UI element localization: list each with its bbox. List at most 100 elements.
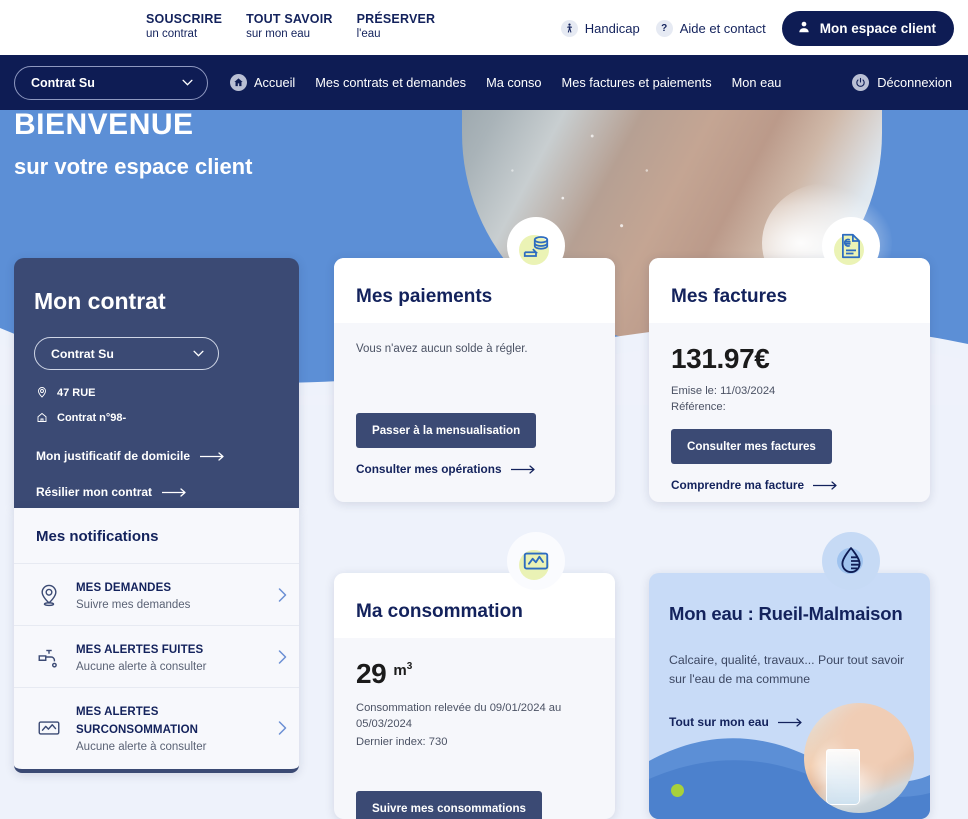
notification-item-alertes-surconsommation[interactable]: MES ALERTES SURCONSOMMATION Aucune alert… <box>14 688 299 767</box>
nav-item-mon-eau[interactable]: Mon eau <box>732 75 782 90</box>
invoice-reference: Référence: <box>671 401 726 413</box>
top-right-actions: Handicap ? Aide et contact Mon espace cl… <box>561 11 954 46</box>
consumption-value-row: 29 m3 <box>356 658 593 690</box>
arrow-right-icon <box>511 465 537 474</box>
consulter-factures-button[interactable]: Consulter mes factures <box>671 429 832 464</box>
invoice-issued-date: Emise le: 11/03/2024 <box>671 385 775 397</box>
page-title: BIENVENUE <box>14 110 252 140</box>
notification-item-text: MES ALERTES FUITES Aucune alerte à consu… <box>76 640 264 673</box>
water-card-description: Calcaire, qualité, travaux... Pour tout … <box>669 651 910 689</box>
user-icon <box>797 20 811 37</box>
payments-message: Vous n'avez aucun solde à régler. <box>356 343 593 355</box>
page-subtitle: sur votre espace client <box>14 156 252 178</box>
mon-espace-client-label: Mon espace client <box>820 21 936 36</box>
nav-item-mon-eau-label: Mon eau <box>732 75 782 90</box>
aide-contact-label: Aide et contact <box>680 21 766 36</box>
chart-box-icon <box>521 546 551 576</box>
main-nav-items: Accueil Mes contrats et demandes Ma cons… <box>230 74 781 91</box>
link-resilier-contrat-label: Résilier mon contrat <box>36 485 152 499</box>
arrow-right-icon <box>778 718 804 727</box>
notification-item-text: MES DEMANDES Suivre mes demandes <box>76 578 264 611</box>
top-nav-souscrire-sub: un contrat <box>146 28 222 41</box>
mensualisation-button[interactable]: Passer à la mensualisation <box>356 413 536 448</box>
top-nav-tout-savoir[interactable]: TOUT SAVOIR sur mon eau <box>246 12 332 42</box>
link-comprendre-facture-label: Comprendre ma facture <box>671 478 804 492</box>
contract-address: 47 RUE <box>57 387 96 399</box>
notification-item-alertes-fuites[interactable]: MES ALERTES FUITES Aucune alerte à consu… <box>14 626 299 688</box>
nav-item-accueil[interactable]: Accueil <box>230 74 295 91</box>
suivre-consommations-button[interactable]: Suivre mes consommations <box>356 791 542 819</box>
water-badge <box>822 532 880 590</box>
top-nav-preserver[interactable]: PRÉSERVER l'eau <box>357 12 436 42</box>
chevron-right-icon <box>278 721 287 735</box>
nav-item-mes-contrats[interactable]: Mes contrats et demandes <box>315 75 466 90</box>
notification-item-mes-demandes[interactable]: MES DEMANDES Suivre mes demandes <box>14 564 299 626</box>
nav-item-mes-factures-label: Mes factures et paiements <box>562 75 712 90</box>
coins-payment-icon <box>521 231 551 261</box>
logout-label: Déconnexion <box>877 75 952 90</box>
link-justificatif-domicile[interactable]: Mon justificatif de domicile <box>36 449 299 463</box>
arrow-right-icon <box>200 452 226 461</box>
invoices-card-title: Mes factures <box>649 258 930 323</box>
link-consulter-operations-label: Consulter mes opérations <box>356 462 502 476</box>
top-nav-souscrire[interactable]: SOUSCRIRE un contrat <box>146 12 222 42</box>
consumption-last-index: Dernier index: 730 <box>356 734 593 750</box>
top-nav-tout-savoir-title: TOUT SAVOIR <box>246 12 332 26</box>
handicap-link[interactable]: Handicap <box>561 20 640 37</box>
link-comprendre-facture[interactable]: Comprendre ma facture <box>671 478 908 492</box>
contract-selector[interactable]: Contrat Su <box>14 66 208 100</box>
consumption-unit-base: m <box>393 662 406 679</box>
nav-item-ma-conso[interactable]: Ma conso <box>486 75 541 90</box>
nav-item-accueil-label: Accueil <box>254 75 295 90</box>
link-resilier-contrat[interactable]: Résilier mon contrat <box>36 485 299 499</box>
house-icon <box>36 411 48 424</box>
arrow-right-icon <box>162 488 188 497</box>
faucet-leak-icon <box>36 644 62 670</box>
notification-sub: Aucune alerte à consulter <box>76 661 264 673</box>
consumption-unit-exponent: 3 <box>407 661 413 672</box>
link-justificatif-domicile-label: Mon justificatif de domicile <box>36 449 190 463</box>
top-nav-preserver-title: PRÉSERVER <box>357 12 436 26</box>
notifications-title: Mes notifications <box>14 508 299 564</box>
link-tout-sur-mon-eau[interactable]: Tout sur mon eau <box>669 715 930 729</box>
contract-number: Contrat n°98- <box>57 412 126 424</box>
consumption-unit: m3 <box>393 661 412 679</box>
nav-item-mes-factures[interactable]: Mes factures et paiements <box>562 75 712 90</box>
notification-item-text: MES ALERTES SURCONSOMMATION Aucune alert… <box>76 702 264 753</box>
question-mark-icon: ? <box>656 20 673 37</box>
link-consulter-operations[interactable]: Consulter mes opérations <box>356 462 593 476</box>
notification-title: MES ALERTES FUITES <box>76 644 203 656</box>
invoices-card-body: 131.97€ Emise le: 11/03/2024 Référence: … <box>649 323 930 492</box>
chevron-right-icon <box>278 650 287 664</box>
payments-card: Mes paiements Vous n'avez aucun solde à … <box>334 258 615 502</box>
aide-contact-link[interactable]: ? Aide et contact <box>656 20 766 37</box>
invoice-amount: 131.97€ <box>671 343 908 375</box>
logout-button[interactable]: Déconnexion <box>852 74 952 91</box>
water-card-title: Mon eau : Rueil-Malmaison <box>669 603 930 625</box>
contract-card-selector-value: Contrat Su <box>51 347 114 361</box>
arrow-right-icon <box>813 481 839 490</box>
nav-item-mes-contrats-label: Mes contrats et demandes <box>315 75 466 90</box>
location-pin-icon <box>36 582 62 608</box>
consumption-card-body: 29 m3 Consommation relevée du 09/01/2024… <box>334 638 615 819</box>
notification-sub: Suivre mes demandes <box>76 599 264 611</box>
water-drop-icon <box>836 545 866 577</box>
invoices-badge <box>822 217 880 275</box>
notifications-card: Mes notifications MES DEMANDES Suivre me… <box>14 508 299 773</box>
consumption-value: 29 <box>356 658 386 690</box>
home-icon <box>230 74 247 91</box>
invoices-card: Mes factures 131.97€ Emise le: 11/03/202… <box>649 258 930 502</box>
power-icon <box>852 74 869 91</box>
notification-title: MES ALERTES SURCONSOMMATION <box>76 706 198 736</box>
nav-item-ma-conso-label: Ma conso <box>486 75 541 90</box>
consumption-card-title: Ma consommation <box>334 573 615 638</box>
top-nav: SOUSCRIRE un contrat TOUT SAVOIR sur mon… <box>146 12 435 42</box>
contract-selector-value: Contrat Su <box>31 76 95 90</box>
notification-title: MES DEMANDES <box>76 582 171 594</box>
mon-espace-client-button[interactable]: Mon espace client <box>782 11 954 46</box>
green-dot-decoration <box>671 784 684 797</box>
handicap-label: Handicap <box>585 21 640 36</box>
contract-card-title: Mon contrat <box>34 288 299 315</box>
contract-card-selector[interactable]: Contrat Su <box>34 337 219 370</box>
top-utility-bar: SOUSCRIRE un contrat TOUT SAVOIR sur mon… <box>0 0 968 55</box>
